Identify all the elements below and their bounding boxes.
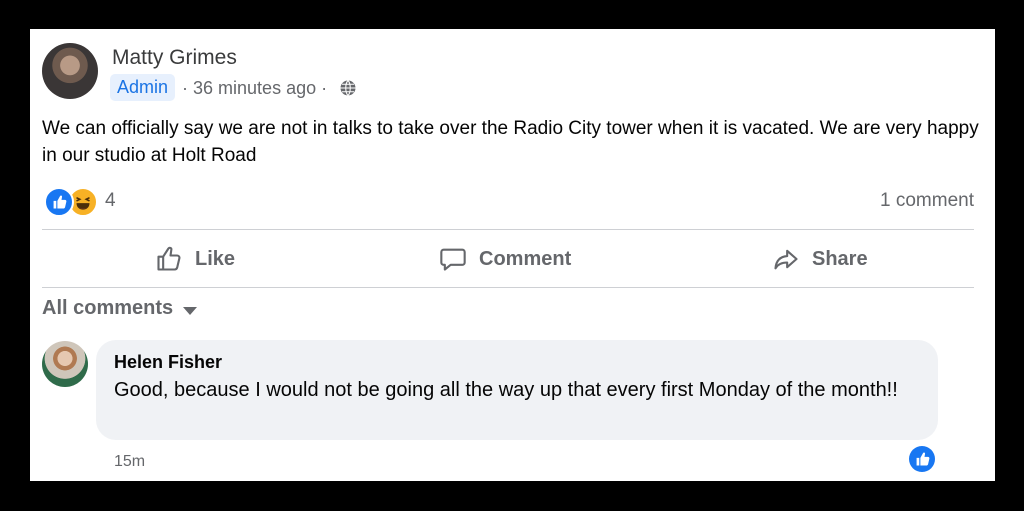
role-badge: Admin: [110, 74, 176, 101]
chevron-down-icon: [183, 306, 198, 315]
divider: [42, 229, 974, 230]
speech-bubble-icon: [440, 248, 466, 271]
separator: ·: [321, 78, 328, 98]
comment-like-icon[interactable]: [909, 446, 935, 472]
separator: ·: [182, 78, 188, 98]
author-name[interactable]: Matty Grimes: [112, 46, 237, 70]
comment-filter-dropdown[interactable]: All comments: [42, 297, 198, 320]
share-button[interactable]: Share: [772, 233, 868, 285]
like-button[interactable]: Like: [155, 233, 235, 285]
reaction-count[interactable]: 4: [105, 190, 116, 212]
share-arrow-icon: [774, 249, 798, 270]
commenter-name[interactable]: Helen Fisher: [114, 352, 222, 373]
comment-label: Comment: [479, 247, 572, 270]
divider: [42, 287, 974, 288]
comment-button[interactable]: Comment: [439, 233, 571, 285]
post-card: Matty Grimes Admin · 36 minutes ago · We…: [30, 29, 995, 481]
like-label: Like: [195, 247, 236, 270]
share-label: Share: [812, 247, 868, 270]
globe-icon: [340, 80, 356, 96]
post-time[interactable]: 36 minutes ago: [193, 78, 316, 98]
commenter-avatar[interactable]: [42, 341, 88, 387]
post-body: We can officially say we are not in talk…: [42, 118, 979, 166]
post-timestamp[interactable]: · 36 minutes ago ·: [182, 78, 327, 99]
thumbs-up-icon: [157, 246, 181, 271]
comment-timestamp[interactable]: 15m: [114, 453, 145, 471]
comment-count[interactable]: 1 comment: [880, 190, 974, 212]
comment-text: Good, because I would not be going all t…: [114, 379, 898, 401]
comment-filter-label: All comments: [42, 297, 174, 319]
author-avatar[interactable]: [42, 43, 98, 99]
like-reaction-icon[interactable]: [44, 187, 74, 217]
